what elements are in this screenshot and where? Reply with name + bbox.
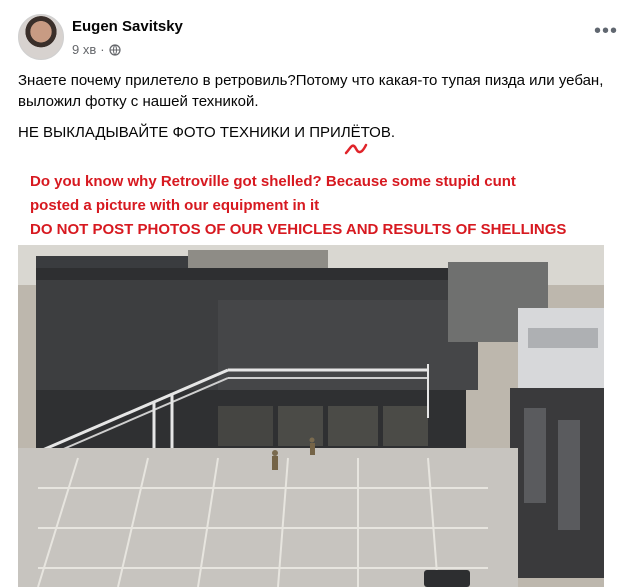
post-paragraph-2: НЕ ВЫКЛАДЫВАЙТЕ ФОТО ТЕХНИКИ И ПРИЛЁТОВ. (18, 124, 396, 141)
post-paragraph-1: Знаете почему прилетело в ретровиль?Пото… (18, 72, 604, 110)
red-squiggle-mark (344, 143, 368, 155)
post-text: Знаете почему прилетело в ретровиль?Пото… (18, 70, 624, 153)
post-time[interactable]: 9 хв (72, 42, 96, 57)
post-photo[interactable]: Do you know why Retroville got shelled? … (18, 158, 604, 587)
post-header: Eugen Savitsky 9 хв · ••• (18, 12, 618, 62)
author-avatar[interactable] (18, 14, 64, 60)
post-meta: 9 хв · (72, 42, 121, 57)
globe-icon (108, 43, 121, 56)
post-card: Eugen Savitsky 9 хв · ••• Знаете почему … (0, 0, 640, 587)
author-name[interactable]: Eugen Savitsky (72, 18, 183, 35)
translation-caption-banner: Do you know why Retroville got shelled? … (18, 158, 604, 245)
more-options-icon[interactable]: ••• (594, 21, 618, 41)
caption-line-1: Do you know why Retroville got shelled? … (30, 173, 516, 190)
caption-line-3: DO NOT POST PHOTOS OF OUR VEHICLES AND R… (30, 221, 567, 238)
caption-line-2: posted a picture with our equipment in i… (30, 197, 320, 214)
